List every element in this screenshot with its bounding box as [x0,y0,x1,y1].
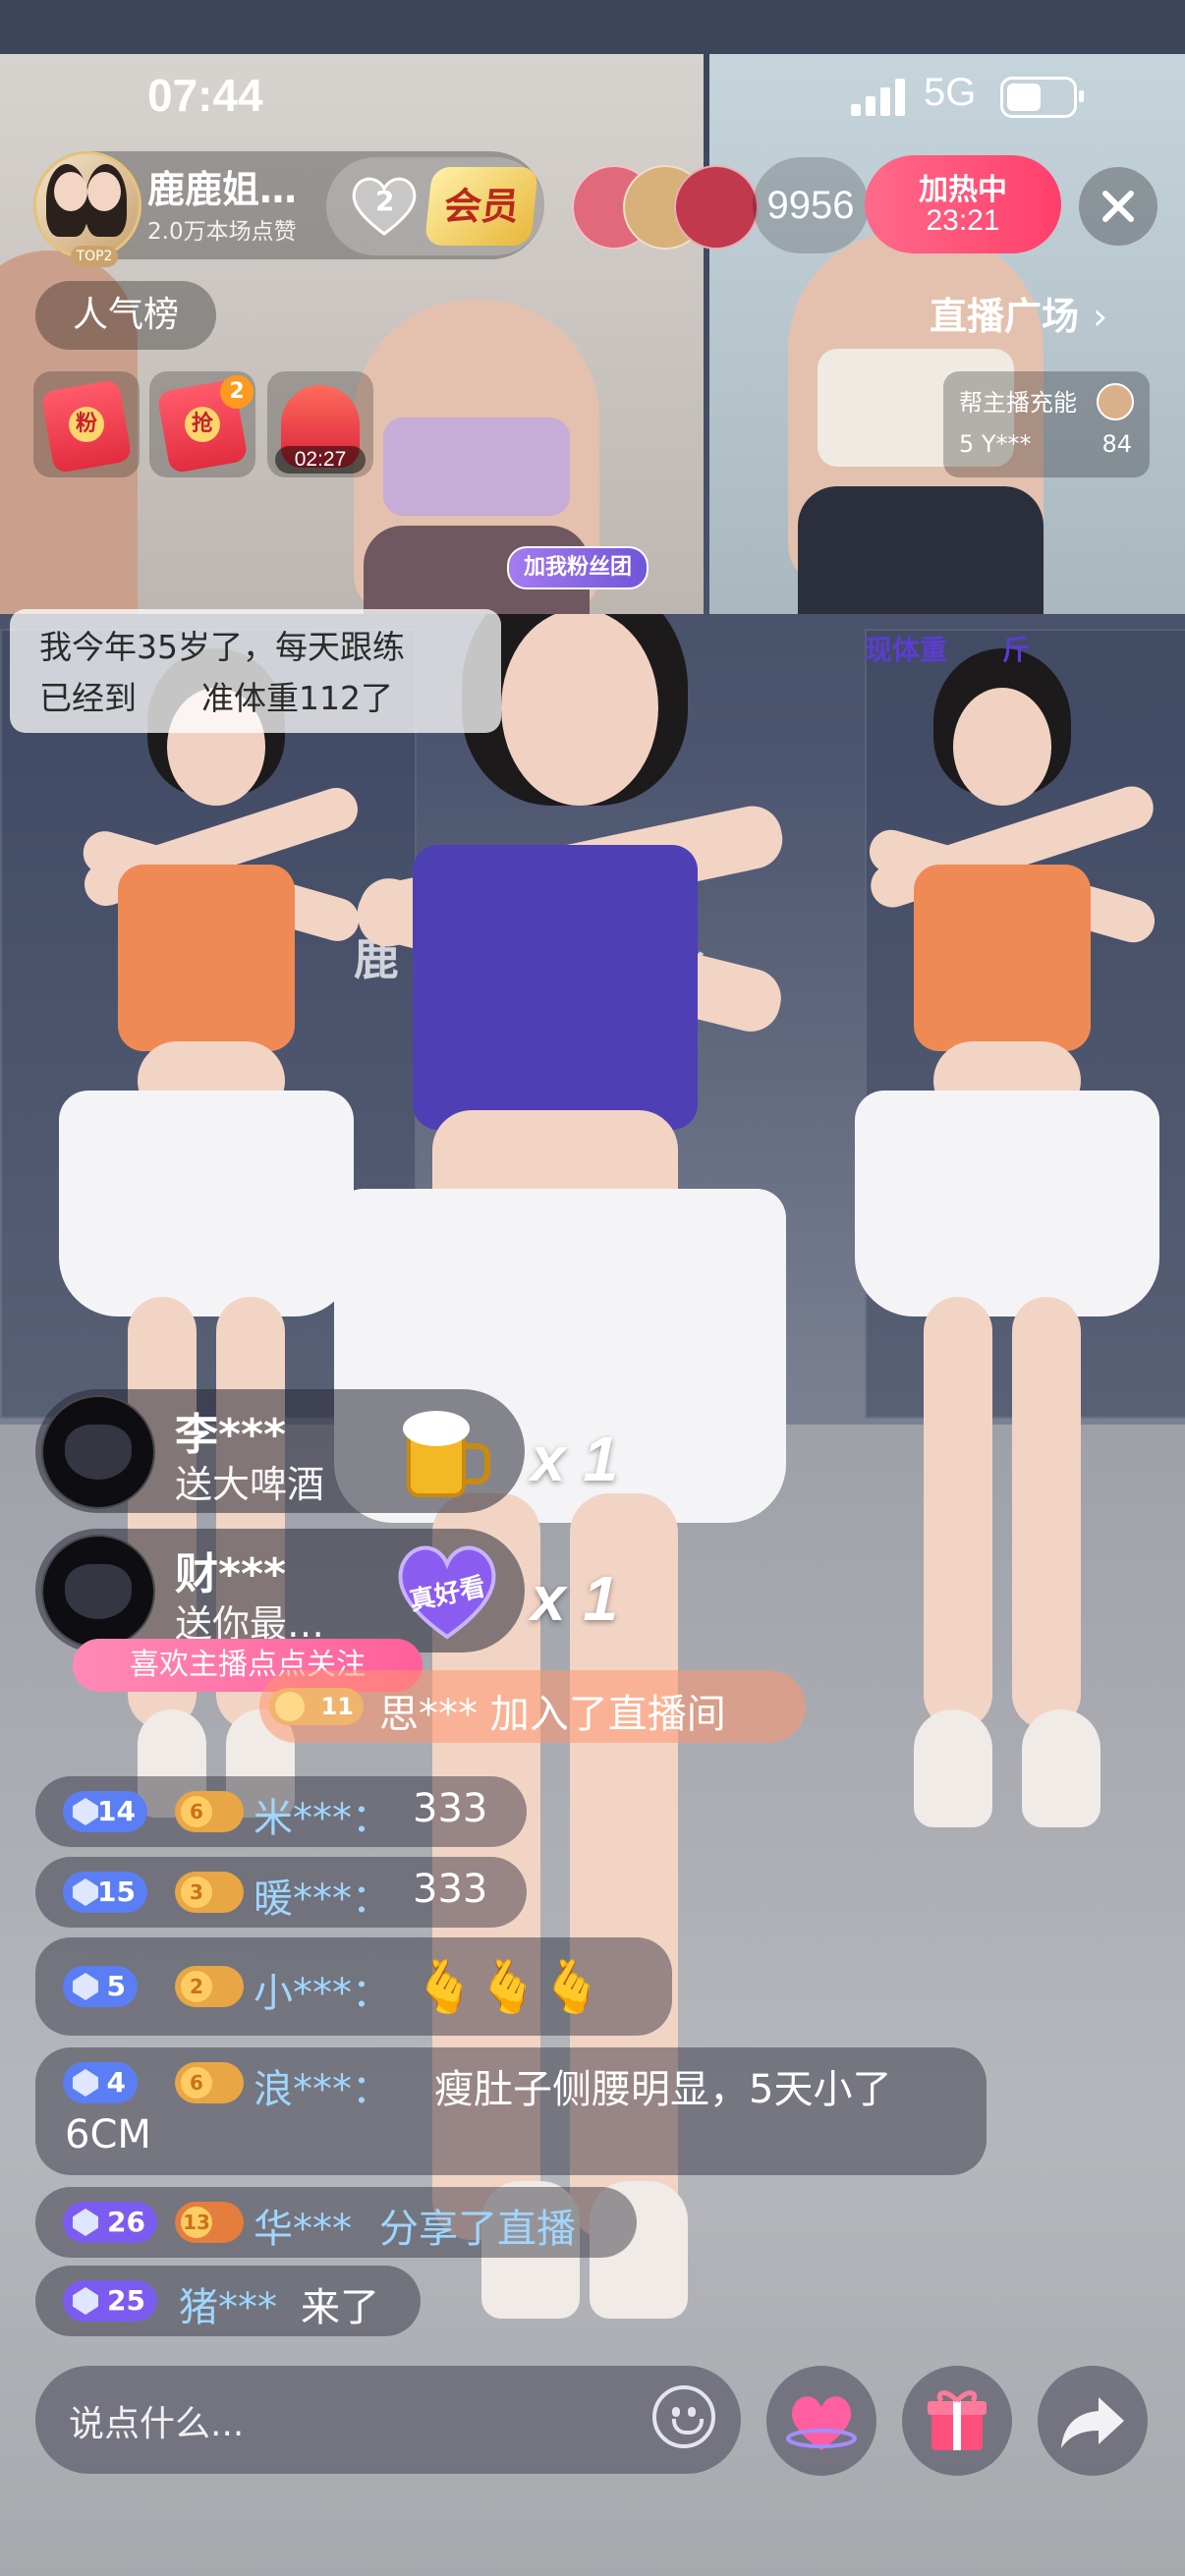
fan-badge: 3 [175,1872,244,1913]
heart-like-icon [786,2396,857,2450]
status-time: 07:44 [147,70,263,121]
chevron-right-icon: › [1093,295,1108,338]
heat-timer: 23:21 [926,204,1000,237]
emoji-icon[interactable] [652,2385,715,2448]
top-viewers[interactable] [572,165,759,250]
user-level-badge: 15 [63,1872,147,1913]
close-button[interactable] [1079,167,1157,246]
chat-message[interactable]: 15 3 暖***： 333 [35,1857,527,1928]
vip-badge[interactable]: 会员 [423,167,539,246]
chat-text: 333 [413,1786,488,1831]
fan-club-button[interactable]: 2 会员 [326,157,544,255]
red-envelope-fan[interactable]: 粉 [33,371,140,477]
heart-good-look-icon: 真好看 [391,1535,503,1647]
avatar[interactable] [41,1395,155,1509]
gift-sender: 财*** [175,1549,287,1599]
chat-username[interactable]: 小***： [254,1961,391,2018]
host-name: 鹿鹿姐… [147,168,298,211]
comment-placeholder: 说点什么... [69,2404,245,2444]
user-level-badge: 14 [63,1791,147,1832]
popularity-ranking-button[interactable]: 人气榜 [35,281,216,350]
gift-combo: 李*** 送大啤酒 [35,1389,525,1513]
share-button[interactable] [1038,2366,1148,2476]
heat-label: 加热中 [919,173,1007,207]
gift-action: 送大啤酒 [175,1463,325,1506]
chat-username[interactable]: 米***： [254,1786,391,1843]
gift-combo: 财*** 送你最… 真好看 [35,1529,525,1652]
join-notice: 11 思*** 加入了直播间 [259,1670,806,1743]
fan-level-badge: 11 [269,1688,364,1725]
chat-text: 分享了直播 [379,2207,576,2252]
comment-input[interactable]: 说点什么... [35,2366,741,2474]
fan-badge: 13 [175,2202,244,2243]
live-plaza-button[interactable]: 直播广场 › [930,279,1165,354]
host-likes: 2.0万本场点赞 [147,219,297,245]
chat-text: 来了 [301,2285,379,2330]
envelope-seal: 粉 [69,407,104,442]
chat-text: 瘦肚子侧腰明显，5天小了 [434,2067,892,2112]
live-plaza-label: 直播广场 [930,295,1080,338]
status-bar: 07:44 5G [0,59,1185,128]
gift-button[interactable] [902,2366,1012,2476]
lucky-bag[interactable]: 02:27 [267,371,373,477]
gift-box-icon [928,2390,987,2450]
caption-line-2: 已经到 准体重112了 [39,679,393,717]
viewer-avatar[interactable] [674,165,759,250]
chat-username[interactable]: 暖***： [254,1867,391,1924]
fan-badge: 2 [175,1966,244,2007]
fan-level: 2 [375,185,395,217]
chat-username[interactable]: 华*** [254,2197,352,2254]
chat-username[interactable]: 猪*** [179,2275,277,2332]
heat-boost-button[interactable]: 加热中 23:21 [865,155,1061,253]
fan-badge: 6 [175,2062,244,2103]
user-level-badge: 5 [63,1966,138,2007]
user-level-badge: 26 [63,2202,157,2243]
user-level-badge: 4 [63,2062,138,2103]
gift-sender: 李*** [175,1410,287,1460]
caption-line-1: 我今年35岁了，每天跟练 [39,628,405,666]
charge-host-label: 帮主播充能 [959,389,1077,417]
chat-text: 🫰🫰🫰 [413,1958,604,2017]
contributor-avatar [1097,383,1134,420]
like-button[interactable] [766,2366,876,2476]
join-notice-text: 思*** 加入了直播间 [379,1692,726,1737]
charge-value: 84 [1101,430,1132,458]
chat-message[interactable]: 25 猪*** 来了 [35,2266,421,2336]
charge-user: 5 Y*** [959,430,1032,458]
chat-username[interactable]: 浪***： [254,2057,391,2114]
network-type: 5G [924,71,977,114]
host-avatar[interactable] [33,151,141,259]
gift-combo-count: x 1 [531,1563,618,1634]
gift-combo-count: x 1 [531,1424,618,1494]
cellular-signal-icon [851,77,910,116]
charge-host-panel[interactable]: 帮主播充能 5 Y*** 84 [943,371,1150,477]
viewer-count[interactable]: 9956 [753,157,869,253]
share-arrow-icon [1061,2397,1124,2448]
join-fan-club-button[interactable]: 加我粉丝团 [507,546,649,589]
close-icon [1102,191,1134,222]
chat-text: 333 [413,1867,488,1912]
red-envelope-grab[interactable]: 抢 2 [149,371,255,477]
beer-mug-icon [403,1411,490,1497]
envelope-count-badge: 2 [220,375,254,409]
fan-badge: 6 [175,1791,244,1832]
avatar[interactable] [41,1535,155,1649]
chat-message[interactable]: 5 2 小***： 🫰🫰🫰 [35,1937,672,2036]
chat-message[interactable]: 14 6 米***： 333 [35,1776,527,1847]
envelope-seal: 抢 [185,407,220,442]
user-level-badge: 25 [63,2280,157,2322]
lucky-bag-timer: 02:27 [275,446,366,474]
weight-overlay: 现体重 斤 [865,634,1031,666]
video-caption-overlay: 我今年35岁了，每天跟练 已经到 准体重112了 [10,609,501,733]
chat-message[interactable]: 4 6 浪***： 瘦肚子侧腰明显，5天小了 6CM [35,2047,987,2175]
chat-text-continued: 6CM [65,2112,151,2157]
host-rank-badge: TOP2 [71,246,118,267]
chat-message[interactable]: 26 13 华*** 分享了直播 [35,2187,637,2258]
battery-icon [1000,77,1084,118]
